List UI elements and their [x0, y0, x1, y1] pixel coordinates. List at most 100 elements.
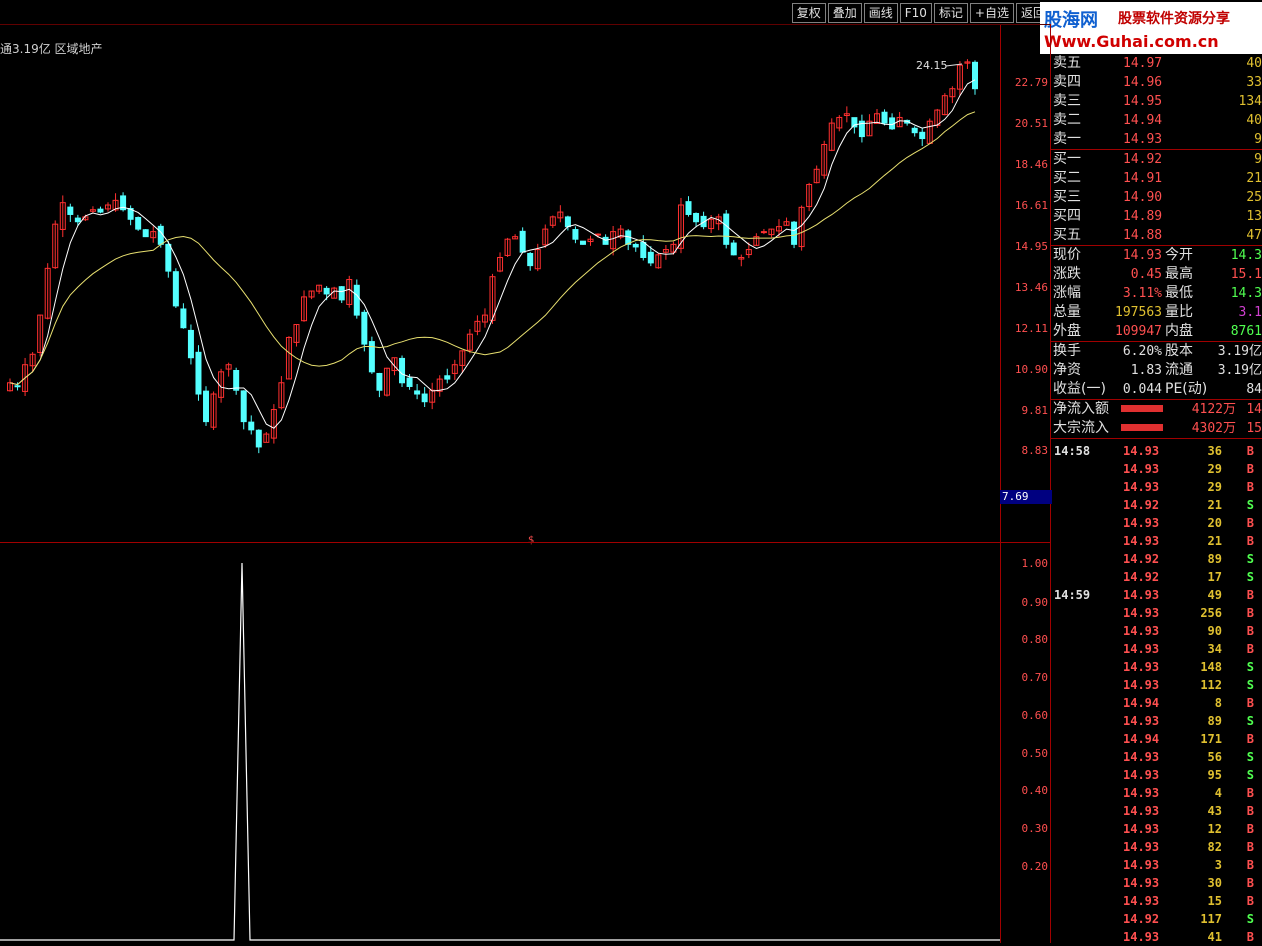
- orderbook-price: 14.96: [1123, 75, 1163, 90]
- high-price-label: 24.15: [916, 59, 948, 72]
- candle-body: [685, 201, 692, 215]
- tick-row: 14.93 21 B: [1051, 532, 1262, 550]
- stat-value: 15.1: [1230, 267, 1262, 282]
- indicator-axis-tick: 0.80: [1021, 633, 1049, 646]
- tick-price: 14.93: [1123, 804, 1160, 818]
- price-axis-tick: 13.46: [1014, 281, 1048, 294]
- divider-marker: $: [528, 535, 534, 546]
- tick-row: 14.92 89 S: [1051, 550, 1262, 568]
- candle-body: [527, 252, 534, 267]
- tick-row: 14.93 15 B: [1051, 892, 1262, 910]
- chart-toolbar: 复权 叠加 画线 F10 标记 +自选 返回: [790, 3, 1050, 23]
- toolbar-button[interactable]: +自选: [969, 3, 1014, 23]
- tick-row: 14:58 14.93 36 B: [1051, 442, 1262, 460]
- tick-side: B: [1246, 858, 1254, 872]
- quote-panel: 卖五 14.97 40 卖四 14.96 33 卖三 14.95 134 卖二 14.94 40 卖一 1…: [1051, 54, 1262, 439]
- stat-label: 总量: [1053, 304, 1081, 320]
- orderbook-label: 买五: [1053, 227, 1081, 243]
- tick-side: B: [1246, 480, 1254, 494]
- candle-body: [248, 421, 255, 431]
- price-axis-tick: 9.81: [1021, 404, 1049, 417]
- stat-label: 涨幅: [1053, 285, 1081, 301]
- tick-price: 14.92: [1123, 498, 1160, 512]
- tick-side: B: [1246, 444, 1254, 458]
- stat-value: 84: [1246, 382, 1262, 397]
- candle-body: [240, 390, 247, 423]
- indicator-axis-tick: 0.90: [1021, 596, 1049, 609]
- stat-label: 流通: [1165, 362, 1193, 378]
- stat-value: 14.3: [1230, 248, 1262, 263]
- indicator-axis-tick: 0.20: [1021, 860, 1049, 873]
- tick-price: 14.93: [1123, 606, 1160, 620]
- candle-body: [399, 357, 406, 384]
- tick-volume: 95: [1207, 768, 1222, 782]
- tick-price: 14.93: [1123, 750, 1160, 764]
- price-axis-tick: 10.90: [1014, 363, 1048, 376]
- tick-time: 14:58: [1054, 444, 1091, 458]
- candle-body: [142, 229, 149, 238]
- tick-list[interactable]: 14:58 14.93 36 B 14.93 29 B 14.93 29 B 14.92 21 S 14.…: [1051, 442, 1262, 946]
- candle-body: [579, 240, 586, 245]
- orderbook-price: 14.95: [1123, 94, 1163, 109]
- logo-url: Www.Guhai.com.cn: [1044, 32, 1219, 51]
- indicator-axis-tick: 0.40: [1021, 784, 1049, 797]
- stat-value: 3.11%: [1122, 286, 1162, 301]
- candle-body: [323, 287, 330, 295]
- tick-price: 14.93: [1123, 660, 1160, 674]
- candle-body: [203, 390, 210, 423]
- candle-body: [414, 390, 421, 395]
- tick-row: 14.93 3 B: [1051, 856, 1262, 874]
- orderbook-label: 卖五: [1053, 55, 1081, 71]
- toolbar-button[interactable]: 叠加: [827, 3, 862, 23]
- indicator-axis-tick: 0.60: [1021, 709, 1049, 722]
- candle-body: [572, 229, 579, 240]
- kline-chart[interactable]: $: [0, 24, 1000, 943]
- orderbook-volume: 40: [1246, 113, 1262, 128]
- orderbook-row: 买二 14.91 21: [1051, 169, 1262, 188]
- toolbar-button[interactable]: 标记: [933, 3, 968, 23]
- stat-row: 收益(一) 0.044 PE(动) 84: [1051, 380, 1262, 399]
- orderbook-row: 买五 14.88 47: [1051, 226, 1262, 245]
- tick-volume: 4: [1214, 786, 1222, 800]
- tick-row: 14.93 148 S: [1051, 658, 1262, 676]
- tick-price: 14.92: [1123, 570, 1160, 584]
- candle-body: [255, 429, 262, 448]
- tick-volume: 171: [1200, 732, 1222, 746]
- tick-side: B: [1246, 786, 1254, 800]
- tick-row: 14.93 41 B: [1051, 928, 1262, 946]
- tick-volume: 36: [1207, 444, 1222, 458]
- tick-price: 14.93: [1123, 642, 1160, 656]
- stat-label: 最低: [1165, 285, 1193, 301]
- candle-body: [406, 377, 413, 387]
- divider: [1051, 438, 1262, 439]
- tick-price: 14.93: [1123, 624, 1160, 638]
- tick-price: 14.93: [1123, 840, 1160, 854]
- orderbook-label: 卖一: [1053, 131, 1081, 147]
- tick-price: 14.93: [1123, 480, 1160, 494]
- orderbook-label: 买二: [1053, 170, 1081, 186]
- candle-body: [14, 385, 21, 388]
- stat-value: 0.45: [1130, 267, 1162, 282]
- toolbar-button[interactable]: 复权: [791, 3, 826, 23]
- orderbook-row: 买一 14.92 9: [1051, 150, 1262, 169]
- tick-row: 14.94 8 B: [1051, 694, 1262, 712]
- tick-price: 14.93: [1123, 858, 1160, 872]
- tick-price: 14.93: [1123, 516, 1160, 530]
- tick-side: B: [1246, 732, 1254, 746]
- candle-body: [376, 372, 383, 391]
- logo-slogan: 股票软件资源分享: [1118, 11, 1230, 27]
- orderbook-price: 14.97: [1123, 56, 1163, 71]
- flow-value: 4302万: [1191, 421, 1236, 436]
- stat-value: 109947: [1115, 324, 1162, 339]
- tick-volume: 148: [1200, 660, 1222, 674]
- flow-row: 大宗流入 4302万 15: [1051, 419, 1262, 438]
- tick-row: 14.92 117 S: [1051, 910, 1262, 928]
- orderbook-price: 14.88: [1123, 228, 1163, 243]
- toolbar-button[interactable]: F10: [899, 3, 932, 23]
- stat-row: 净资 1.83 流通 3.19亿: [1051, 361, 1262, 380]
- indicator-axis-tick: 0.30: [1021, 822, 1049, 835]
- price-axis-tick: 8.83: [1021, 444, 1049, 457]
- toolbar-button[interactable]: 画线: [863, 3, 898, 23]
- tick-side: S: [1246, 912, 1254, 926]
- candle-body: [195, 351, 202, 395]
